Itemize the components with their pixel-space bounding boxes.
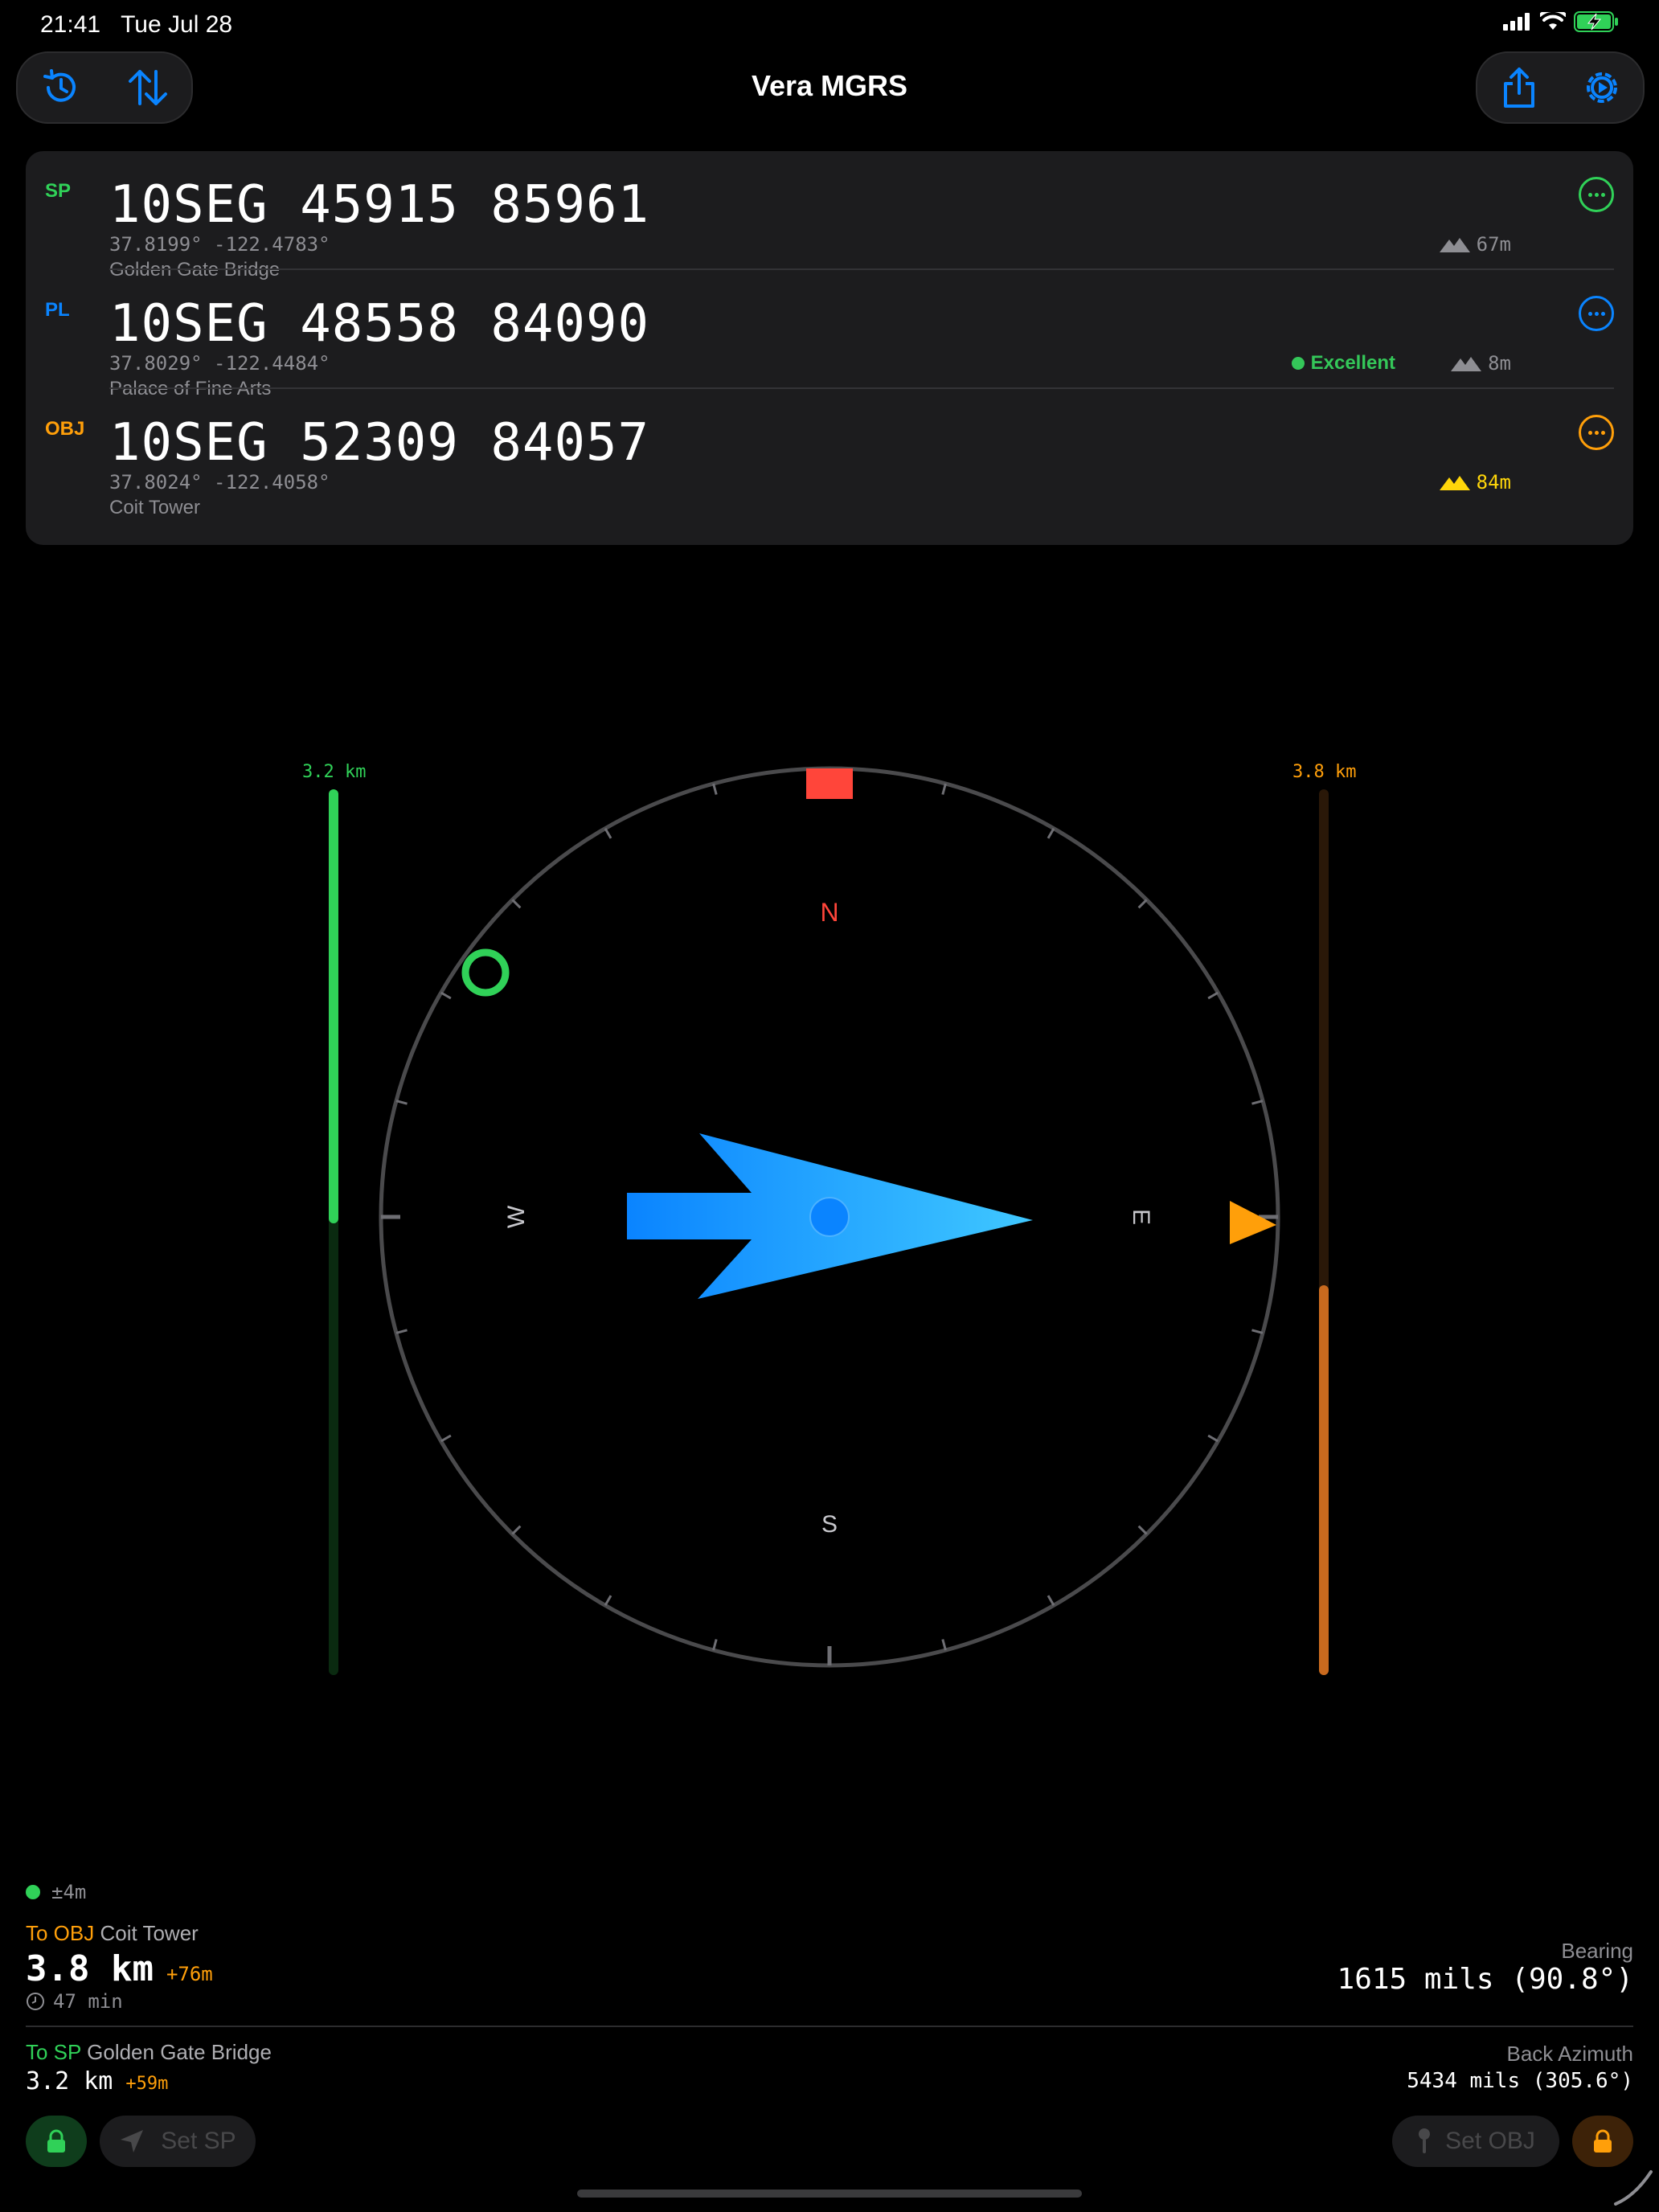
location-arrow-icon [121, 2130, 144, 2153]
compass-tick [511, 899, 522, 909]
set-sp-button[interactable]: Set SP [100, 2116, 256, 2167]
compass-tick [604, 828, 612, 839]
to-sp-elevation-delta: +59m [125, 2074, 169, 2094]
to-obj-name: Coit Tower [100, 1921, 199, 1945]
sp-bearing-marker [461, 948, 510, 997]
compass-tick [1207, 1434, 1219, 1443]
to-obj-elevation-delta: +76m [166, 1963, 213, 1985]
compass-tick [941, 1639, 947, 1651]
bearing-label: Bearing [1561, 1939, 1633, 1963]
eta-row: 47 min [26, 1990, 123, 2013]
clock-icon [27, 1993, 44, 2010]
cardinal-w: W [503, 1205, 530, 1228]
compass-tick [604, 1595, 612, 1606]
compass-tick [712, 1639, 718, 1651]
compass-tick [511, 1525, 522, 1535]
gps-accuracy: ±4m [26, 1881, 86, 1903]
cardinal-n: N [820, 898, 838, 927]
set-obj-label: Set OBJ [1445, 2128, 1535, 2154]
to-obj-label: To OBJ [26, 1921, 95, 1945]
pin-icon [1419, 2128, 1431, 2153]
compass-tick [941, 783, 947, 795]
set-sp-label: Set SP [161, 2128, 236, 2154]
resize-corner-icon [1614, 2170, 1653, 2206]
compass-tick [1251, 1329, 1264, 1334]
set-obj-button[interactable]: Set OBJ [1392, 2116, 1559, 2167]
to-sp-name: Golden Gate Bridge [87, 2040, 272, 2064]
compass-tick [1047, 828, 1055, 839]
lock-icon [47, 2129, 65, 2153]
to-obj-header: To OBJ Coit Tower [26, 1921, 199, 1946]
compass-tick [1137, 1525, 1148, 1535]
eta-value: 47 min [53, 1990, 123, 2013]
user-location-dot [809, 1197, 850, 1237]
gps-accuracy-value: ±4m [51, 1881, 87, 1903]
to-sp-header: To SP Golden Gate Bridge [26, 2040, 272, 2065]
lock-icon [1594, 2129, 1612, 2153]
compass-tick [1207, 991, 1219, 1000]
compass: N S E W [379, 766, 1280, 1668]
to-obj-distance-row: 3.8 km +76m [26, 1948, 213, 1989]
cardinal-s: S [821, 1511, 838, 1538]
compass-tick [712, 783, 718, 795]
compass-tick [1137, 899, 1148, 909]
home-indicator[interactable] [577, 2189, 1082, 2198]
back-azimuth-label: Back Azimuth [1506, 2042, 1633, 2066]
to-obj-distance: 3.8 km [26, 1948, 154, 1989]
lock-sp-button[interactable] [26, 2116, 87, 2167]
compass-tick [1251, 1100, 1264, 1105]
to-sp-label: To SP [26, 2040, 81, 2064]
cardinal-e: E [1128, 1209, 1154, 1225]
obj-direction-marker-icon [1230, 1201, 1276, 1244]
to-sp-distance-row: 3.2 km +59m [26, 2067, 168, 2095]
compass-tick [395, 1100, 408, 1105]
compass-tick [1047, 1595, 1055, 1606]
back-azimuth-value: 5434 mils (305.6°) [1407, 2069, 1633, 2093]
compass-tick [440, 991, 452, 1000]
gps-status-dot-icon [26, 1885, 40, 1899]
bearing-value: 1615 mils (90.8°) [1337, 1963, 1633, 1996]
compass-tick [395, 1329, 408, 1334]
lock-obj-button[interactable] [1572, 2116, 1633, 2167]
compass-tick [440, 1434, 452, 1443]
to-sp-distance: 3.2 km [26, 2067, 113, 2095]
divider [26, 2026, 1633, 2027]
north-marker [806, 768, 853, 799]
